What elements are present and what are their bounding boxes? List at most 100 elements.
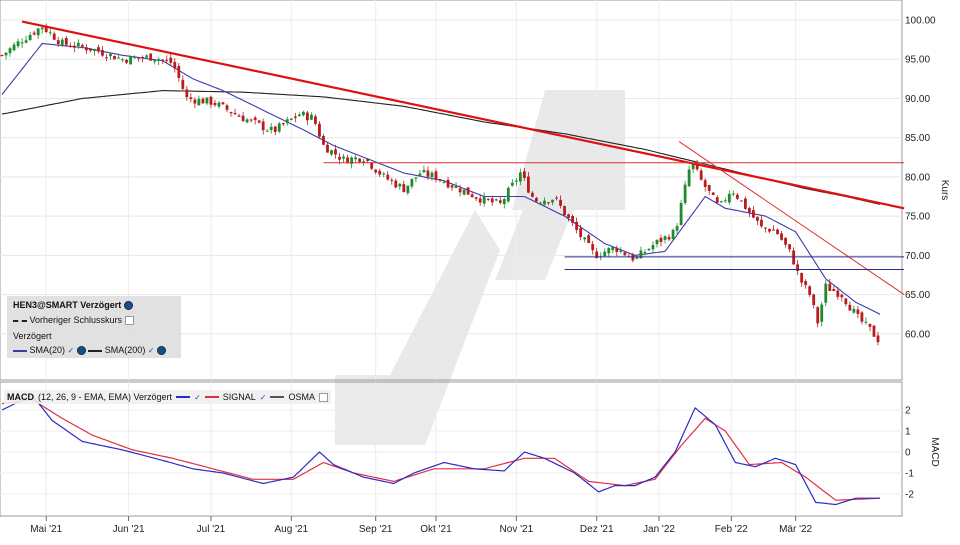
- globe-icon[interactable]: [76, 346, 86, 356]
- candle-body: [137, 57, 141, 59]
- candle-body: [269, 126, 273, 131]
- candle-body: [354, 157, 358, 160]
- checkmark-icon[interactable]: ✓: [68, 346, 75, 355]
- signal-label: SIGNAL: [222, 392, 256, 402]
- candle-body: [852, 308, 856, 313]
- candle-body: [32, 32, 36, 35]
- candle-body: [253, 117, 257, 121]
- candle-body: [80, 45, 84, 47]
- macd-tick-label: -2: [905, 490, 914, 501]
- globe-icon[interactable]: [123, 301, 133, 311]
- candle-body: [486, 198, 490, 200]
- candle-body: [571, 216, 574, 224]
- candle-body: [780, 233, 783, 240]
- candle-body: [438, 179, 442, 181]
- macd-tick-label: 0: [905, 448, 911, 459]
- candle-body: [125, 59, 128, 63]
- candle-body: [374, 169, 378, 173]
- candle-body: [776, 229, 779, 235]
- candle-body: [474, 197, 478, 199]
- candle-body: [579, 228, 583, 238]
- candle-body: [531, 192, 534, 197]
- candle-body: [490, 198, 494, 203]
- candle-body: [707, 184, 711, 191]
- candle-body: [358, 158, 362, 162]
- candle-body: [386, 174, 390, 180]
- candle-body: [12, 44, 16, 51]
- candle-body: [56, 40, 60, 44]
- month-label: Jul '21: [197, 524, 226, 535]
- candle-body: [16, 41, 20, 47]
- candle-body: [535, 197, 538, 202]
- candle-body: [281, 123, 285, 125]
- candle-body: [153, 60, 157, 62]
- checkbox-icon[interactable]: [319, 392, 328, 402]
- candle-body: [430, 172, 434, 178]
- candle-body: [651, 245, 655, 250]
- candle-body: [378, 170, 382, 175]
- candle-body: [426, 170, 430, 177]
- candle-body: [868, 323, 872, 327]
- candle-body: [462, 189, 466, 195]
- price-tick-label: 85.00: [905, 133, 930, 144]
- sma200-path: [1, 90, 881, 205]
- candle-body: [169, 57, 173, 63]
- macd-lines: [1, 394, 881, 506]
- candle-body: [322, 135, 325, 145]
- candle-body: [478, 198, 482, 203]
- checkmark-icon[interactable]: ✓: [148, 346, 155, 355]
- candle-body: [297, 114, 301, 117]
- candle-body: [0, 55, 4, 57]
- globe-icon[interactable]: [157, 346, 167, 356]
- candle-body: [522, 171, 526, 178]
- candle-body: [567, 214, 570, 218]
- candle-body: [482, 196, 486, 204]
- price-legend: HEN3@SMART Verzögert Vorheriger Schlussk…: [7, 296, 181, 358]
- candle-body: [233, 112, 237, 115]
- candle-body: [89, 48, 92, 51]
- month-label: Mär '22: [779, 524, 812, 535]
- candle-body: [812, 294, 816, 305]
- candle-body: [398, 183, 402, 187]
- candle-body: [848, 304, 852, 311]
- candle-body: [326, 144, 329, 153]
- candle-body: [161, 59, 165, 61]
- candle-body: [466, 187, 470, 195]
- candle-body: [820, 304, 824, 322]
- candle-body: [129, 56, 132, 65]
- candle-body: [454, 186, 458, 188]
- candle-body: [623, 252, 627, 256]
- month-label: Dez '21: [580, 524, 614, 535]
- macd-title: MACD: [7, 392, 34, 402]
- sma20-path: [1, 42, 881, 315]
- price-tick-label: 80.00: [905, 172, 930, 183]
- candle-body: [659, 237, 663, 242]
- candle-body: [245, 119, 249, 123]
- candle-body: [591, 244, 595, 251]
- candle-body: [173, 61, 177, 69]
- candle-body: [305, 112, 309, 121]
- candle-body: [64, 38, 68, 45]
- candle-body: [796, 264, 800, 271]
- candle-body: [828, 283, 832, 291]
- candle-body: [760, 219, 763, 227]
- candle-body: [177, 65, 181, 78]
- checkbox-icon[interactable]: [124, 316, 134, 326]
- month-label: Feb '22: [715, 524, 748, 535]
- candle-body: [338, 156, 341, 160]
- candle-body: [265, 130, 269, 132]
- checkmark-icon[interactable]: ✓: [260, 393, 267, 402]
- candle-body: [97, 47, 100, 52]
- candle-body: [446, 179, 450, 188]
- delay-label: Verzögert: [13, 331, 52, 341]
- candle-body: [699, 170, 703, 180]
- macd-axis-label: MACD: [929, 437, 940, 466]
- price-axis: 100.00 95.00 90.00 85.00 80.00 75.00 70.00 65.0…: [905, 16, 936, 341]
- trendline: [678, 141, 905, 295]
- candle-body: [731, 193, 735, 195]
- candle-body: [52, 33, 56, 40]
- candle-body: [342, 156, 345, 159]
- checkmark-icon[interactable]: ✓: [194, 393, 201, 402]
- candle-body: [551, 199, 554, 203]
- candle-body: [683, 184, 687, 203]
